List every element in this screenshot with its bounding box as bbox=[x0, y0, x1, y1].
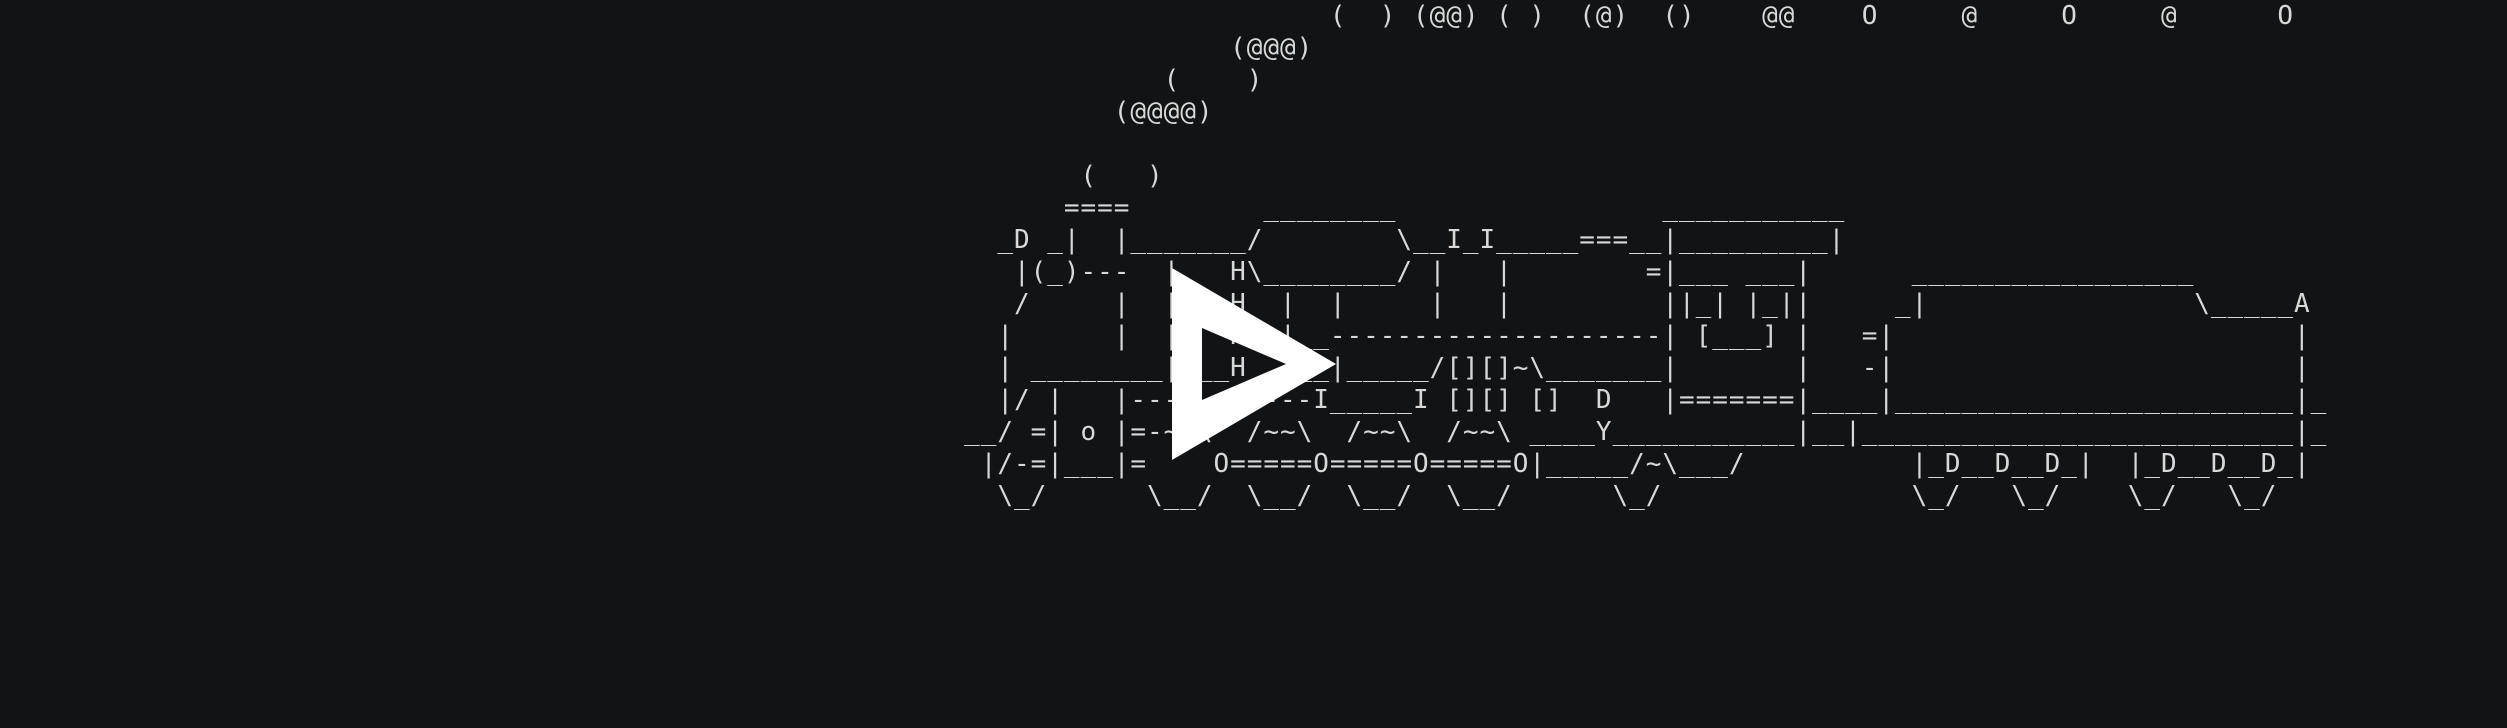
ascii-train-art: ( ) (@@) ( ) (@) () @@ O @ O @ O (@@@) (… bbox=[0, 0, 2327, 512]
ascii-line-1: ( ) (@@) ( ) (@) () @@ O @ O @ O bbox=[0, 1, 2295, 31]
terminal-screen: ( ) (@@) ( ) (@) () @@ O @ O @ O (@@@) (… bbox=[0, 0, 2507, 728]
ascii-line-16: \_/ \__/ \__/ \__/ \__/ \_/ \_/ \_/ \_/ … bbox=[0, 481, 2278, 511]
ascii-line-3: ( ) bbox=[0, 65, 1264, 95]
ascii-line-5 bbox=[0, 128, 2327, 160]
ascii-line-14: __/ =| o |=-~~\ /~~\ /~~\ /~~\ ____Y____… bbox=[0, 417, 2328, 447]
ascii-line-8: _D _| |_______/ \__I_I_____===__|_______… bbox=[0, 225, 1846, 255]
ascii-line-11: | | | H |__--------------------| [___] |… bbox=[0, 321, 2311, 351]
ascii-line-9: |(_)--- | H\________/ | | =|___ ___| ___… bbox=[0, 257, 2195, 287]
ascii-line-12: | ________|___H__/__|_____/[][]~\_______… bbox=[0, 353, 2311, 383]
ascii-line-6: ( ) bbox=[0, 161, 1164, 191]
play-button[interactable] bbox=[1170, 266, 1338, 462]
ascii-line-10: / | | H | | | | ||_| |_|| _| \_____A bbox=[0, 289, 2311, 319]
ascii-line-4: (@@@@) bbox=[0, 97, 1214, 127]
ascii-line-7: ==== ________ ___________ bbox=[0, 193, 1846, 223]
ascii-line-2: (@@@) bbox=[0, 33, 1314, 63]
play-icon bbox=[1172, 268, 1336, 460]
ascii-line-15: |/-=|___|= O=====O=====O=====O|_____/~\_… bbox=[0, 449, 2311, 479]
ascii-line-13: |/ | |-----------I_____I [][] [] D |====… bbox=[0, 385, 2328, 415]
